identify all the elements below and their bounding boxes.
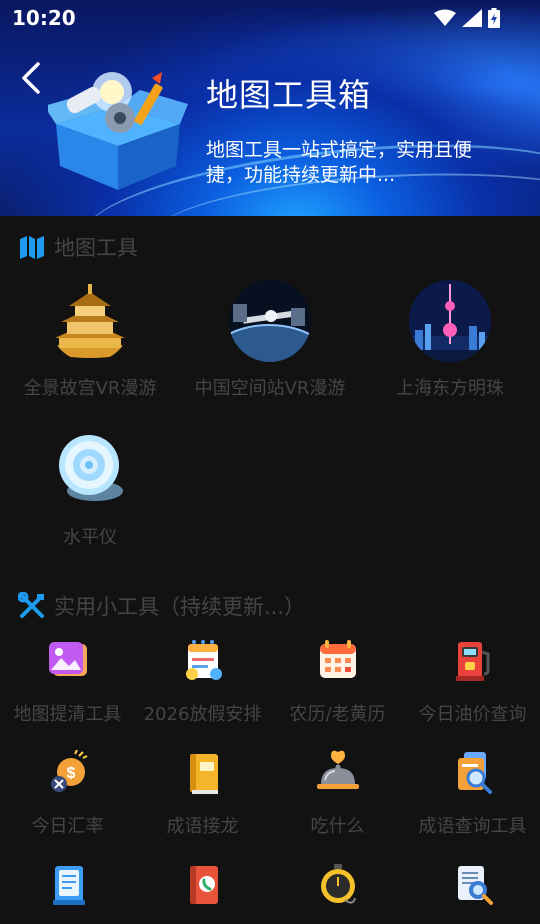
- item-label: 吃什么: [310, 816, 365, 837]
- status-bar: 10:20: [0, 0, 540, 36]
- item-label: 成语查询工具: [418, 816, 527, 837]
- utility-item[interactable]: [405, 862, 540, 924]
- section-title: 地图工具: [54, 236, 138, 260]
- utility-item[interactable]: 成语接龙: [135, 750, 270, 838]
- toolbox-illustration-icon: [48, 72, 188, 190]
- header-banner: 10:20 地图工具箱 地图工具一站式搞定，实用且便捷，功能持续更新中...: [0, 0, 540, 216]
- oriental-pearl-icon: [409, 280, 491, 362]
- utility-item[interactable]: 农历/老黄历: [270, 638, 405, 726]
- item-label: 上海东方明珠: [396, 378, 504, 399]
- utility-item[interactable]: $ 今日汇率: [0, 749, 135, 838]
- document-search-icon: [457, 866, 493, 905]
- utility-item[interactable]: [270, 862, 405, 924]
- phone-book-icon: [189, 866, 218, 904]
- status-icons: [434, 8, 500, 28]
- item-label: 今日油价查询: [418, 704, 527, 725]
- map-tool-item[interactable]: 中国空间站VR漫游: [180, 280, 360, 400]
- tools-icon: [18, 592, 44, 618]
- space-station-icon: [229, 280, 311, 362]
- back-arrow-icon[interactable]: [16, 58, 48, 98]
- map-tool-item[interactable]: 水平仪: [0, 429, 180, 549]
- idiom-search-icon: [457, 752, 492, 794]
- holiday-calendar-icon: [185, 640, 222, 680]
- item-label: 地图提清工具: [13, 704, 122, 725]
- food-cloche-icon: [316, 750, 359, 789]
- utility-item[interactable]: 地图提清工具: [0, 638, 135, 726]
- status-time: 10:20: [12, 6, 76, 30]
- map-icon: [20, 236, 44, 259]
- forbidden-city-icon: [49, 280, 131, 362]
- item-label: 今日汇率: [31, 816, 104, 837]
- item-label: 成语接龙: [166, 816, 239, 837]
- lunar-calendar-icon: [319, 640, 356, 678]
- battery-icon: [488, 8, 500, 28]
- level-icon: [49, 429, 131, 511]
- exchange-rate-icon: $: [50, 749, 87, 792]
- svg-text:$: $: [66, 765, 75, 782]
- map-tool-item[interactable]: 上海东方明珠: [360, 280, 540, 400]
- utility-item[interactable]: 今日油价查询: [405, 638, 540, 726]
- item-label: 全景故宫VR漫游: [23, 378, 157, 399]
- item-label: 水平仪: [63, 527, 117, 548]
- item-label: 农历/老黄历: [289, 704, 386, 725]
- section-header-map-tools: 地图工具: [18, 232, 138, 262]
- utility-item[interactable]: 吃什么: [270, 750, 405, 838]
- image-enhance-icon: [48, 642, 87, 676]
- gas-pump-icon: [455, 642, 489, 681]
- item-label: 2026放假安排: [143, 704, 262, 725]
- utility-item[interactable]: [135, 862, 270, 924]
- utility-item[interactable]: [0, 862, 135, 924]
- section-title: 实用小工具（持续更新...）: [54, 595, 306, 619]
- utility-item[interactable]: 2026放假安排: [135, 638, 270, 726]
- stopwatch-icon: [320, 864, 356, 904]
- idiom-book-icon: [189, 754, 218, 794]
- page-subtitle: 地图工具一站式搞定，实用且便捷，功能持续更新中...: [206, 139, 473, 186]
- utility-item[interactable]: 成语查询工具: [405, 750, 540, 838]
- page-title: 地图工具箱: [206, 76, 372, 114]
- wifi-icon: [434, 9, 456, 26]
- map-tool-item[interactable]: 全景故宫VR漫游: [0, 280, 180, 400]
- item-label: 中国空间站VR漫游: [194, 378, 346, 399]
- signal-icon: [462, 9, 482, 27]
- notebook-icon: [52, 866, 85, 905]
- section-header-utilities: 实用小工具（持续更新...）: [18, 591, 305, 621]
